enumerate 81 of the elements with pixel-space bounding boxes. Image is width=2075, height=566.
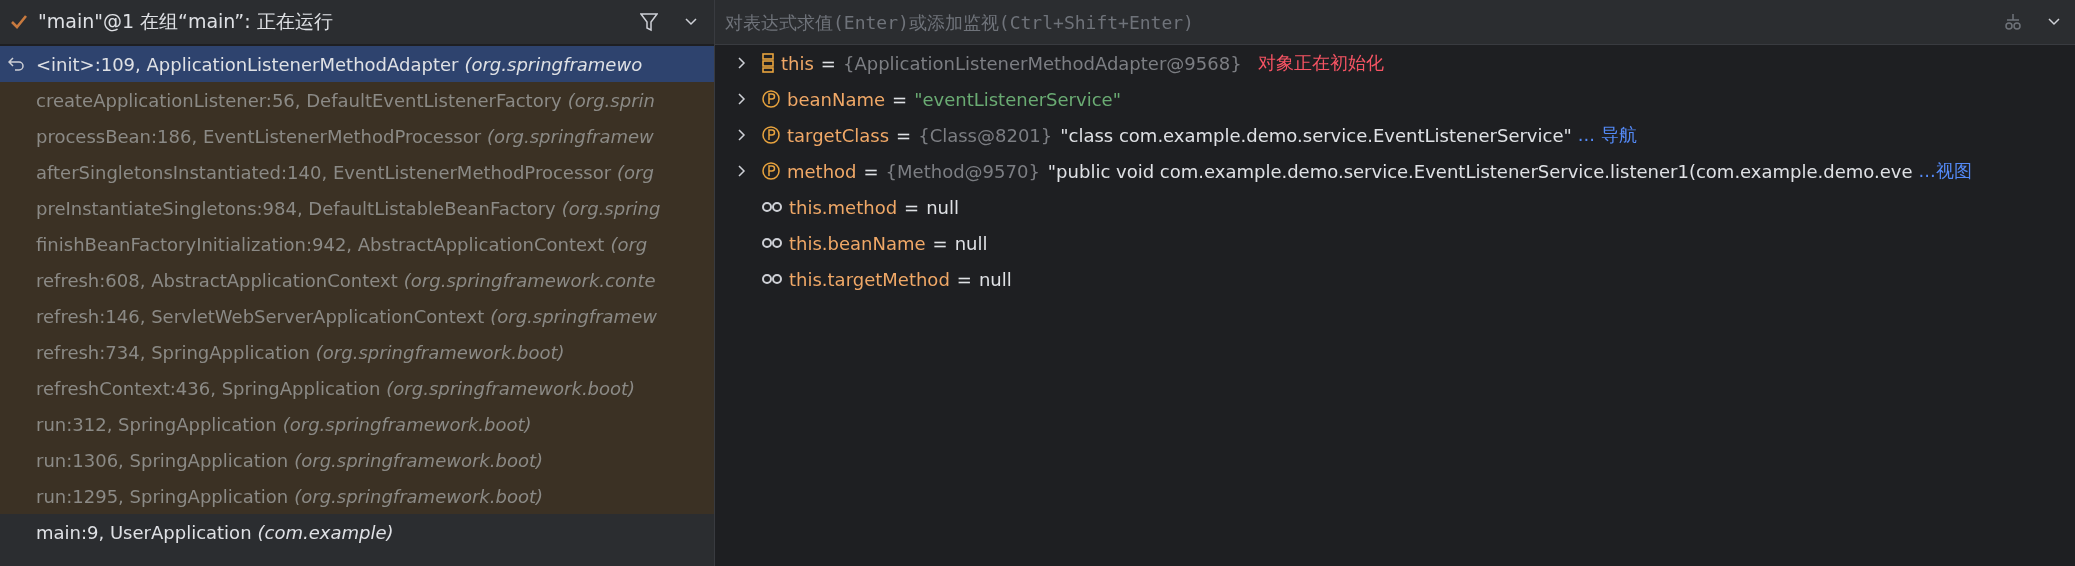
variable-value: "public void com.example.demo.service.EventListenerService.listener1(com.example.demo.eve	[1047, 160, 1913, 182]
stack-frame[interactable]: processBean:186, EventListenerMethodProcessor (org.springframew	[0, 118, 714, 154]
glasses-icon	[761, 201, 783, 213]
frame-method: <init>:109, ApplicationListenerMethodAdapter	[36, 53, 459, 75]
frame-package: (org.springframework.boot)	[294, 485, 543, 507]
warning-text: 对象正在初始化	[1257, 51, 1384, 75]
navigate-link[interactable]: ... 导航	[1577, 123, 1637, 147]
return-arrow-icon	[8, 57, 24, 71]
stack-frame[interactable]: refresh:734, SpringApplication (org.springframework.boot)	[0, 334, 714, 370]
frame-package: (org.springframework.boot)	[282, 413, 532, 435]
frame-method: finishBeanFactoryInitialization:942, AbstractApplicationContext	[36, 233, 605, 255]
object-reference: {ApplicationListenerMethodAdapter@9568}	[842, 52, 1242, 74]
field-icon	[761, 89, 781, 109]
equals-sign: =	[932, 232, 948, 254]
variable-name: method	[787, 160, 857, 182]
stack-frame[interactable]: refresh:608, AbstractApplicationContext (org.springframework.conte	[0, 262, 714, 298]
stack-frame[interactable]: run:1306, SpringApplication (org.springframework.boot)	[0, 442, 714, 478]
frame-package: (org.springframew	[490, 305, 657, 327]
chevron-down-icon[interactable]	[2047, 17, 2061, 27]
frame-method: run:1295, SpringApplication	[36, 485, 289, 507]
frame-method: refresh:734, SpringApplication	[36, 341, 310, 363]
navigate-link[interactable]: ...视图	[1918, 159, 1972, 183]
glasses-icon	[761, 273, 783, 285]
field-icon	[761, 161, 781, 181]
equals-sign: =	[820, 52, 836, 74]
object-reference: {Method@9570}	[885, 160, 1040, 182]
frame-method: afterSingletonsInstantiated:140, EventListenerMethodProcessor	[36, 161, 612, 183]
variable-name: targetClass	[787, 124, 890, 146]
variable-value: "eventListenerService"	[914, 88, 1121, 110]
frame-package: (org.springframework.boot)	[315, 341, 565, 363]
stack-frame[interactable]: refreshContext:436, SpringApplication (org.springframework.boot)	[0, 370, 714, 406]
frame-method: createApplicationListener:56, DefaultEventListenerFactory	[36, 89, 562, 111]
variable-name: this.beanName	[789, 232, 926, 254]
variable-name: this	[781, 52, 814, 74]
glasses-icon	[761, 237, 783, 249]
object-reference: {Class@8201}	[918, 124, 1053, 146]
frame-package: (org	[610, 233, 648, 255]
variable-name: this.targetMethod	[789, 268, 950, 290]
thread-selector[interactable]: "main"@1 在组“main”: 正在运行	[38, 9, 640, 35]
stack-frame[interactable]: finishBeanFactoryInitialization:942, AbstractApplicationContext (org	[0, 226, 714, 262]
stack-frame[interactable]: preInstantiateSingletons:984, DefaultListableBeanFactory (org.spring	[0, 190, 714, 226]
equals-sign: =	[956, 268, 972, 290]
stack-icon	[761, 53, 775, 73]
frame-package: (org.springframework.boot)	[386, 377, 636, 399]
variable-name: this.method	[789, 196, 898, 218]
frame-method: preInstantiateSingletons:984, DefaultListableBeanFactory	[36, 197, 556, 219]
frame-package: (org.springframework.boot)	[294, 449, 543, 471]
variable-value: "class com.example.demo.service.EventListenerService"	[1060, 124, 1572, 146]
frame-package: (org.springframework.conte	[403, 269, 656, 291]
frame-method: processBean:186, EventListenerMethodProcessor	[36, 125, 482, 147]
frame-package: (org.springframew	[487, 125, 654, 147]
watch-icon[interactable]	[2003, 12, 2023, 32]
stack-frame[interactable]: <init>:109, ApplicationListenerMethodAdapter (org.springframewo	[0, 46, 714, 82]
frame-package: (org.sprin	[567, 89, 655, 111]
stack-frame[interactable]: refresh:146, ServletWebServerApplicationContext (org.springframew	[0, 298, 714, 334]
filter-icon[interactable]	[640, 12, 658, 32]
variable-name: beanName	[787, 88, 886, 110]
variable-value: null	[954, 232, 988, 254]
stack-frame[interactable]: run:1295, SpringApplication (org.springframework.boot)	[0, 478, 714, 514]
stack-frame[interactable]: run:312, SpringApplication (org.springframework.boot)	[0, 406, 714, 442]
frame-method: main:9, UserApplication	[36, 521, 252, 543]
frame-package: (org.springframewo	[464, 53, 643, 75]
frame-method: refresh:146, ServletWebServerApplicationContext	[36, 305, 485, 327]
stack-frame[interactable]: afterSingletonsInstantiated:140, EventListenerMethodProcessor (org	[0, 154, 714, 190]
frame-package: (com.example)	[257, 521, 394, 543]
frame-method: run:1306, SpringApplication	[36, 449, 289, 471]
frame-package: (org.spring	[561, 197, 661, 219]
equals-sign: =	[863, 160, 879, 182]
equals-sign: =	[892, 88, 908, 110]
frame-method: run:312, SpringApplication	[36, 413, 277, 435]
variable-value: null	[926, 196, 959, 218]
equals-sign: =	[896, 124, 912, 146]
frame-package: (org	[617, 161, 654, 183]
field-icon	[761, 125, 781, 145]
frame-method: refreshContext:436, SpringApplication	[36, 377, 381, 399]
chevron-down-icon[interactable]	[684, 17, 698, 27]
stack-frame[interactable]: createApplicationListener:56, DefaultEventListenerFactory (org.sprin	[0, 82, 714, 118]
frame-method: refresh:608, AbstractApplicationContext	[36, 269, 398, 291]
evaluate-expression-field[interactable]: 对表达式求值(Enter)或添加监视(Ctrl+Shift+Enter)	[715, 0, 1979, 44]
equals-sign: =	[904, 196, 920, 218]
variable-value: null	[978, 268, 1012, 290]
